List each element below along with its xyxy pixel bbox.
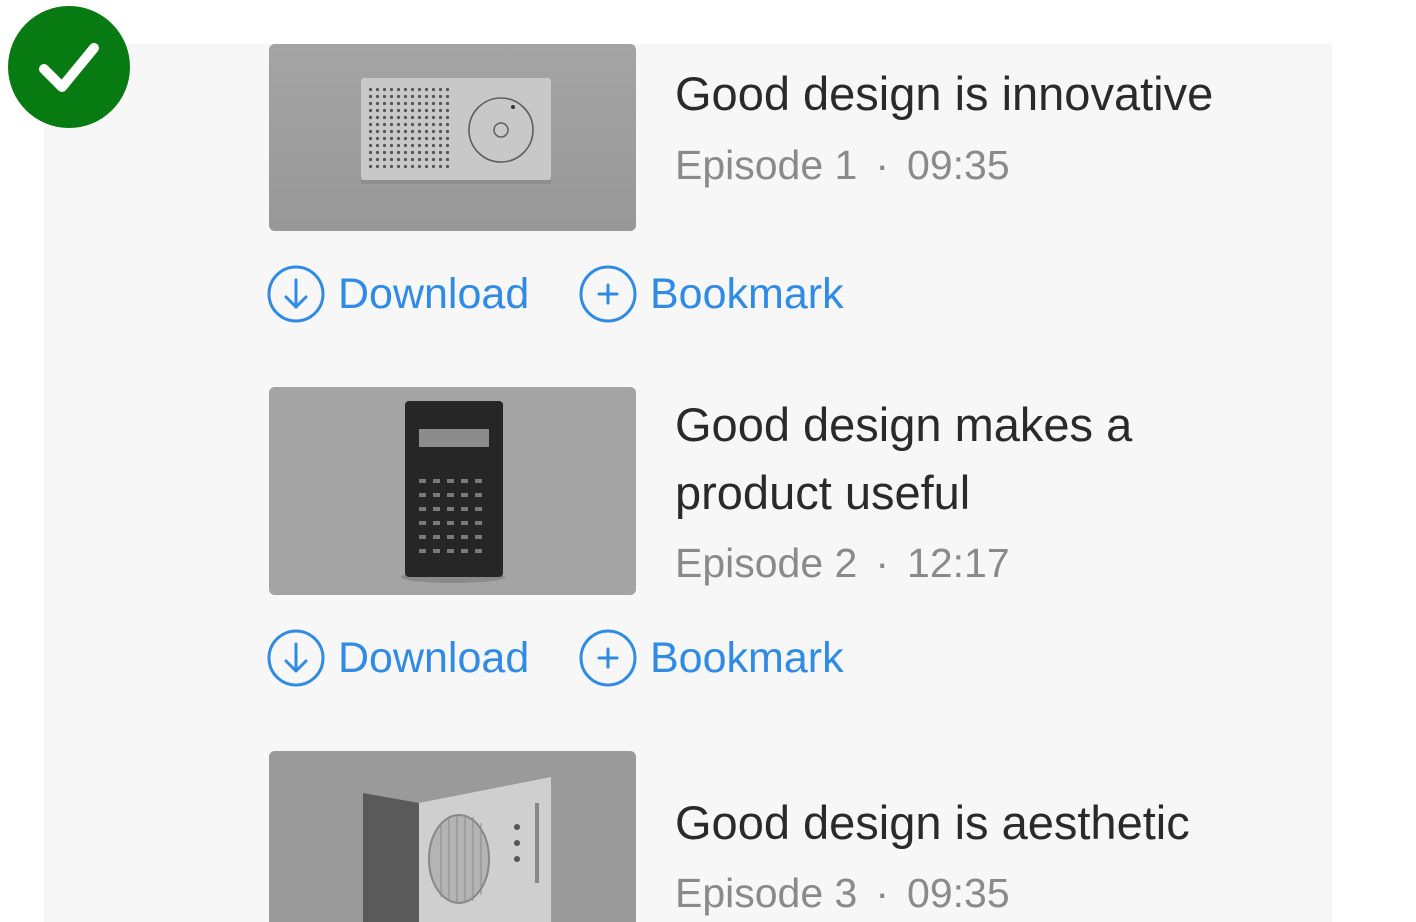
calculator-key xyxy=(433,535,440,539)
episode-number: Episode 2 xyxy=(675,540,858,586)
calculator-key xyxy=(419,493,426,497)
calculator-key xyxy=(461,479,468,483)
download-button[interactable]: Download xyxy=(266,264,529,324)
episode-title: Good design is innovative xyxy=(675,67,1214,120)
episode-meta: Episode 3 · 09:35 xyxy=(675,868,1010,918)
calculator-key xyxy=(419,507,426,511)
download-icon xyxy=(267,265,325,323)
episode-thumbnail[interactable] xyxy=(269,387,636,595)
calculator-key xyxy=(433,493,440,497)
meta-separator: · xyxy=(875,540,890,586)
episode-title-line-2: product useful xyxy=(675,466,971,519)
calculator-key xyxy=(433,479,440,483)
calculator-key xyxy=(433,521,440,525)
calculator-key xyxy=(461,549,468,553)
episode-title-line-1: Good design makes a xyxy=(675,398,1133,451)
calculator-key xyxy=(447,535,454,539)
calculator-key xyxy=(447,521,454,525)
calculator-key xyxy=(447,479,454,483)
download-icon xyxy=(267,629,325,687)
bookmark-label: Bookmark xyxy=(650,270,844,318)
episode-duration: 09:35 xyxy=(907,142,1010,188)
calculator-key xyxy=(475,479,482,483)
episode-number: Episode 1 xyxy=(675,142,858,188)
episode-thumbnail[interactable] xyxy=(269,751,636,922)
meta-separator: · xyxy=(875,142,890,188)
calculator-key xyxy=(475,535,482,539)
calculator-key xyxy=(475,549,482,553)
episode-title: Good design is aesthetic xyxy=(675,796,1190,849)
calculator-key xyxy=(419,479,426,483)
episode-meta: Episode 1 · 09:35 xyxy=(675,140,1010,190)
bookmark-button[interactable]: Bookmark xyxy=(578,628,844,688)
download-label: Download xyxy=(338,634,530,682)
episode-duration: 12:17 xyxy=(907,540,1010,586)
calculator-key xyxy=(419,535,426,539)
calculator-key xyxy=(461,493,468,497)
calculator-key xyxy=(461,507,468,511)
calculator-key xyxy=(419,521,426,525)
add-bookmark-icon xyxy=(579,629,637,687)
episode-list: Good design is innovative Episode 1 · 09:3… xyxy=(44,44,1332,922)
meta-separator: · xyxy=(875,870,890,916)
calculator-key xyxy=(461,521,468,525)
calculator-key xyxy=(447,507,454,511)
success-badge xyxy=(8,6,130,128)
calculator-key xyxy=(447,493,454,497)
bookmark-label: Bookmark xyxy=(650,634,844,682)
portable-radio-image xyxy=(269,751,636,922)
calculator-key xyxy=(461,535,468,539)
download-button[interactable]: Download xyxy=(266,628,529,688)
download-label: Download xyxy=(338,270,530,318)
checkmark-icon xyxy=(39,43,99,92)
calculator-key xyxy=(475,493,482,497)
add-bookmark-icon xyxy=(579,265,637,323)
episode-number: Episode 3 xyxy=(675,870,858,916)
calculator-key xyxy=(475,507,482,511)
calculator-key xyxy=(447,549,454,553)
episode-meta: Episode 2 · 12:17 xyxy=(675,538,1010,588)
calculator-key xyxy=(419,549,426,553)
bookmark-button[interactable]: Bookmark xyxy=(578,264,844,324)
radio-speaker-image xyxy=(269,44,636,231)
calculator-key xyxy=(433,549,440,553)
calculator-key xyxy=(475,521,482,525)
calculator-key xyxy=(433,507,440,511)
calculator-image xyxy=(269,387,636,595)
episode-thumbnail[interactable] xyxy=(269,44,636,231)
episode-duration: 09:35 xyxy=(907,870,1010,916)
